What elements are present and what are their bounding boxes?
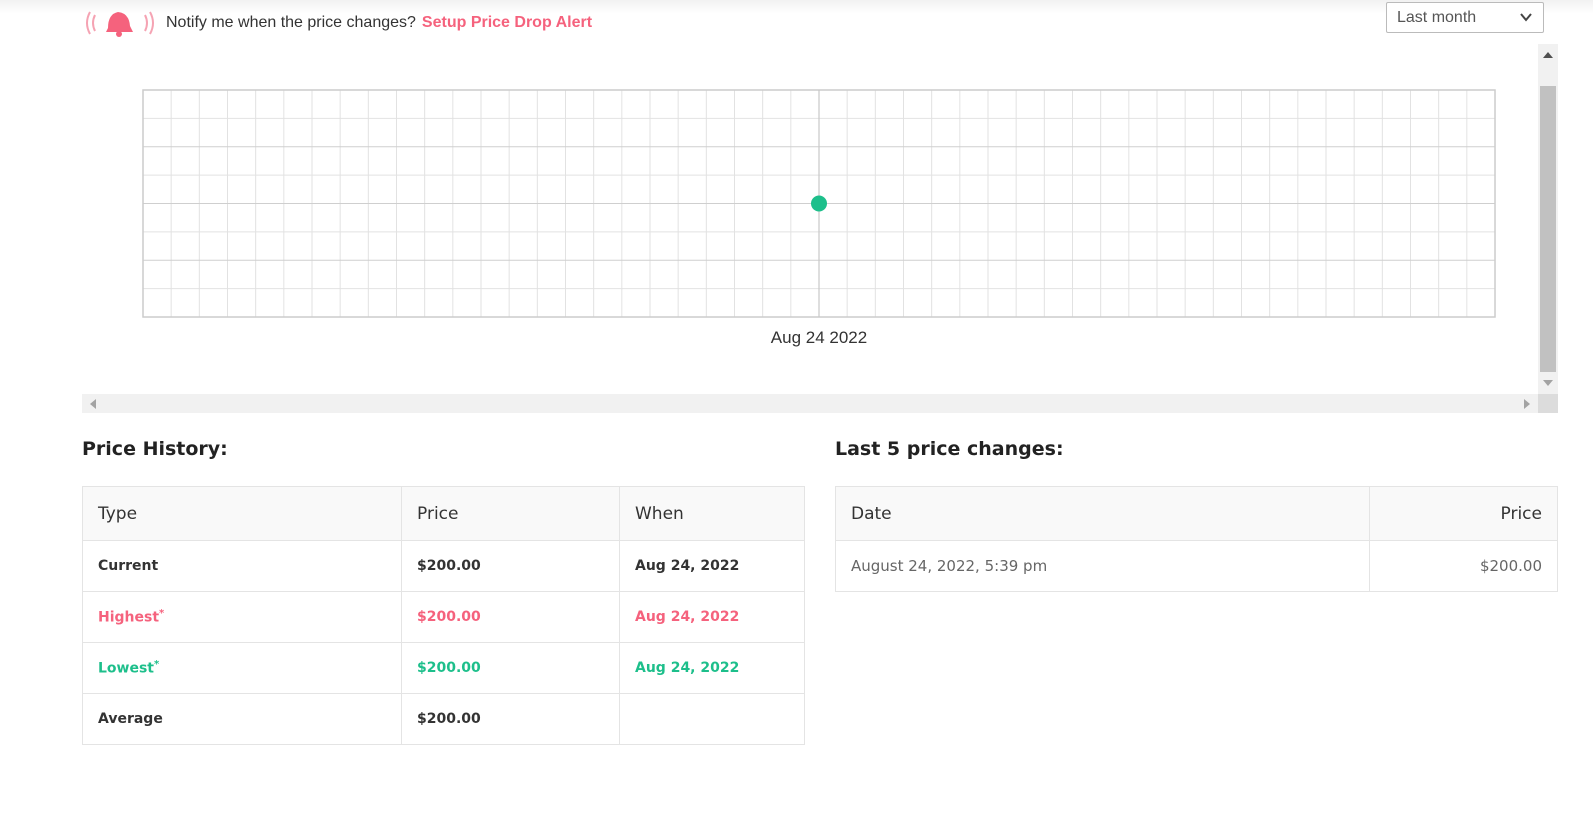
chevron-down-icon [1519, 10, 1533, 24]
price-history-title: Price History: [82, 438, 228, 460]
last-price-changes-table: Date Price August 24, 2022, 5:39 pm $200… [835, 486, 1558, 592]
asterisk-mark: * [159, 608, 165, 620]
table-header-row: Date Price [835, 486, 1558, 541]
asterisk-mark: * [154, 659, 160, 671]
scroll-down-icon[interactable] [1543, 380, 1553, 386]
row-type: Current [82, 540, 402, 592]
vertical-scroll-thumb[interactable] [1540, 86, 1556, 372]
change-date: August 24, 2022, 5:39 pm [835, 540, 1370, 592]
column-header-price: Price [1369, 486, 1558, 541]
notify-text: Notify me when the price changes? [166, 14, 416, 31]
row-type: Lowest* [82, 642, 402, 694]
row-price: $200.00 [401, 693, 620, 745]
row-type: Highest* [82, 591, 402, 643]
scroll-right-icon[interactable] [1524, 399, 1530, 409]
last-changes-title: Last 5 price changes: [835, 438, 1064, 460]
scroll-up-icon[interactable] [1543, 52, 1553, 58]
price-history-table: Type Price When Current $200.00 Aug 24, … [82, 486, 805, 745]
row-when: Aug 24, 2022 [619, 540, 805, 592]
time-range-value: Last month [1397, 8, 1477, 26]
scroll-corner [1538, 394, 1558, 413]
row-when: Aug 24, 2022 [619, 642, 805, 694]
column-header-date: Date [835, 486, 1370, 541]
column-header-price: Price [401, 486, 620, 541]
scroll-left-icon[interactable] [90, 399, 96, 409]
row-when: Aug 24, 2022 [619, 591, 805, 643]
time-range-select[interactable]: Last month [1386, 2, 1544, 33]
row-price: $200.00 [401, 591, 620, 643]
table-row-average: Average $200.00 [82, 693, 805, 745]
horizontal-scrollbar[interactable] [82, 394, 1538, 413]
table-row: August 24, 2022, 5:39 pm $200.00 [835, 540, 1558, 592]
row-type: Average [82, 693, 402, 745]
row-when [619, 693, 805, 745]
row-price: $200.00 [401, 642, 620, 694]
table-row-highest: Highest* $200.00 Aug 24, 2022 [82, 591, 805, 643]
change-price: $200.00 [1369, 540, 1558, 592]
vertical-scrollbar[interactable] [1538, 44, 1558, 394]
table-row-lowest: Lowest* $200.00 Aug 24, 2022 [82, 642, 805, 694]
price-chart-svg: Aug 24 2022 [142, 89, 1496, 347]
column-header-type: Type [82, 486, 402, 541]
price-data-point [811, 195, 827, 212]
price-alert-bar: Notify me when the price changes? Setup … [82, 8, 592, 38]
setup-price-drop-alert-link[interactable]: Setup Price Drop Alert [422, 14, 592, 32]
column-header-when: When [619, 486, 805, 541]
ringing-bell-icon [82, 8, 158, 38]
x-tick-label: Aug 24 2022 [771, 328, 867, 347]
price-chart: Aug 24 2022 [82, 44, 1558, 413]
row-price: $200.00 [401, 540, 620, 592]
table-header-row: Type Price When [82, 486, 805, 541]
table-row-current: Current $200.00 Aug 24, 2022 [82, 540, 805, 592]
